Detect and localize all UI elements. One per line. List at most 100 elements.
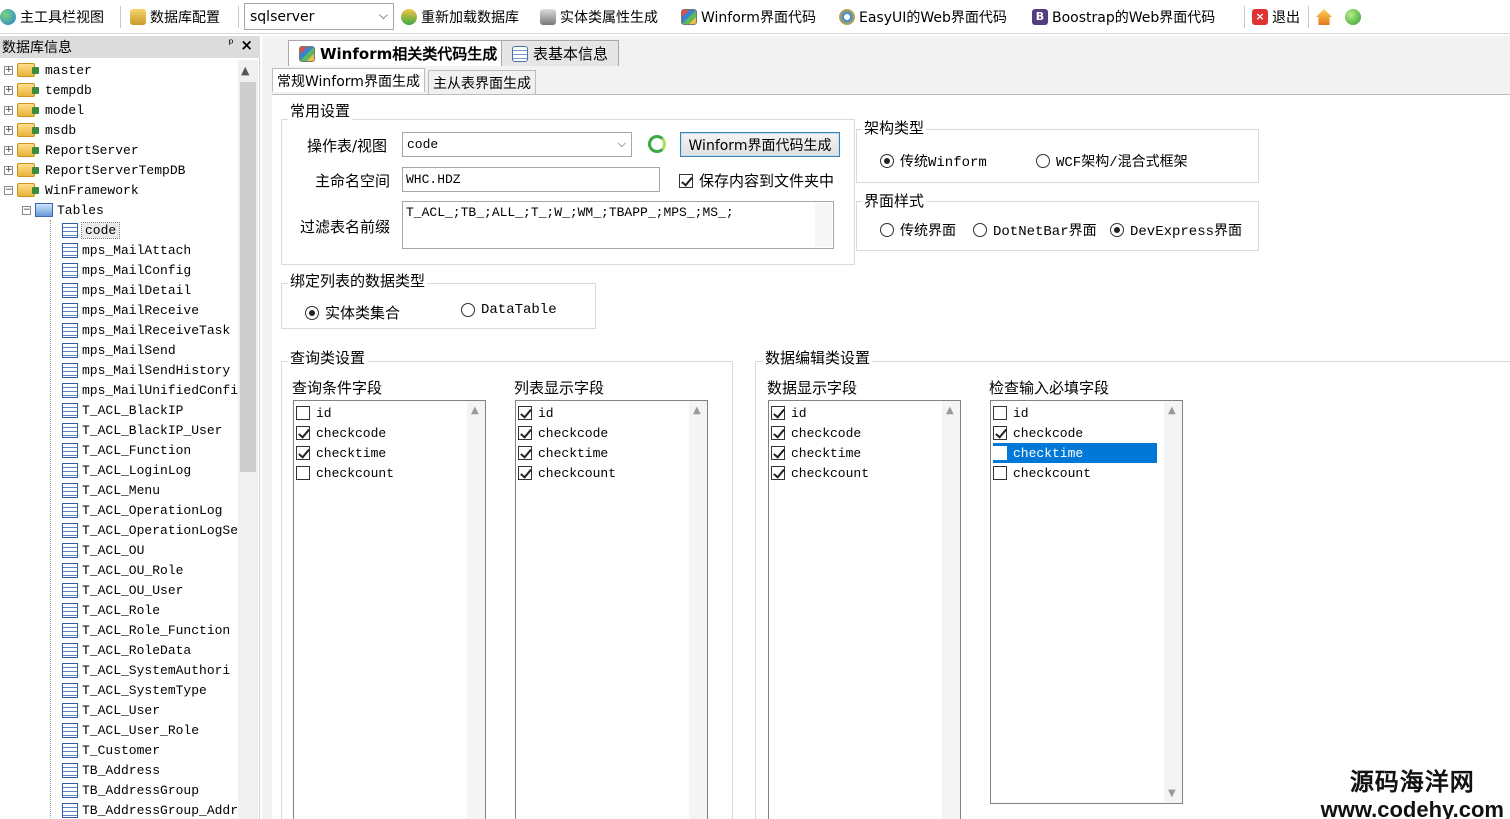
tree-table-node[interactable]: mps_MailReceiveTask (62, 320, 230, 340)
table-view-select[interactable]: code ⌵ (402, 132, 632, 157)
tree-table-node[interactable]: T_ACL_OperationLogSe (62, 520, 238, 540)
tree-table-node[interactable]: T_ACL_OU_Role (62, 560, 183, 580)
tree-table-node[interactable]: mps_MailDetail (62, 280, 191, 300)
field-list-item[interactable]: checkcode (518, 423, 668, 443)
checkbox[interactable] (771, 446, 785, 460)
list-scrollbar[interactable]: ▲ (942, 401, 960, 819)
toolbar-main-view-button[interactable]: 主工具栏视图 (0, 4, 104, 30)
toolbar-entity-generate-button[interactable]: 实体类属性生成 (540, 4, 658, 30)
toolbar-easyui-code-button[interactable]: EasyUI的Web界面代码 (839, 4, 1007, 30)
toolbar-home-button[interactable] (1316, 4, 1332, 30)
tab-table-info[interactable]: 表基本信息 (501, 40, 620, 66)
radio-binding-entity[interactable]: 实体类集合 (305, 302, 400, 323)
field-list-item[interactable]: checkcount (993, 463, 1143, 483)
toolbar-green-button[interactable] (1345, 4, 1361, 30)
toolbar-db-config-button[interactable]: 数据库配置 (130, 4, 220, 30)
field-list-item[interactable]: checkcount (296, 463, 446, 483)
checkbox[interactable] (518, 426, 532, 440)
checkbox[interactable] (771, 406, 785, 420)
checkbox[interactable] (993, 466, 1007, 480)
tree-table-node[interactable]: T_ACL_Function (62, 440, 191, 460)
radio-binding-datatable[interactable]: DataTable (461, 302, 557, 318)
edit-display-fields-list[interactable]: ▲ id checkcode checktime checkcount (768, 400, 961, 819)
expander-icon[interactable]: − (22, 205, 31, 215)
checkbox[interactable] (296, 466, 310, 480)
checkbox[interactable] (518, 446, 532, 460)
tree-table-node[interactable]: T_ACL_Role_Function (62, 620, 230, 640)
tree-table-node[interactable]: T_ACL_User (62, 700, 160, 720)
query-fields-list[interactable]: ▲ id checkcode checktime checkcount (293, 400, 486, 819)
checkbox[interactable] (771, 426, 785, 440)
namespace-input[interactable]: WHC.HDZ (402, 167, 660, 192)
scroll-up-icon[interactable]: ▲ (241, 64, 249, 77)
tree-database-node[interactable]: + ReportServer (4, 140, 139, 160)
toolbar-bootstrap-code-button[interactable]: B Boostrap的Web界面代码 (1032, 4, 1215, 30)
filter-prefix-textarea[interactable]: T_ACL_;TB_;ALL_;T_;W_;WM_;TBAPP_;MPS_;MS… (402, 201, 834, 249)
tree-table-node[interactable]: T_ACL_OU (62, 540, 144, 560)
tree-table-node[interactable]: T_ACL_OU_User (62, 580, 183, 600)
tree-table-node[interactable]: mps_MailSendHistory (62, 360, 230, 380)
scroll-down-icon[interactable]: ▼ (1168, 788, 1176, 799)
expander-icon[interactable]: + (4, 145, 13, 155)
close-icon[interactable]: × (240, 36, 253, 54)
list-scrollbar[interactable]: ▲ (689, 401, 707, 819)
database-tree[interactable]: + master + tempdb + model + msdb + ReportServer + R… (0, 60, 238, 819)
tab-winform-code[interactable]: Winform相关类代码生成 (288, 40, 509, 66)
save-to-folder-checkbox[interactable]: 保存内容到文件夹中 (679, 170, 834, 191)
textarea-scrollbar[interactable] (815, 203, 832, 247)
expander-icon[interactable]: + (4, 165, 13, 175)
expander-icon[interactable]: + (4, 65, 13, 75)
checkbox[interactable] (993, 406, 1007, 420)
tree-table-node[interactable]: TB_Address (62, 760, 160, 780)
field-list-item[interactable]: checktime (771, 443, 921, 463)
tree-table-node[interactable]: TB_AddressGroup_Addr (62, 800, 238, 819)
field-list-item[interactable]: id (296, 403, 446, 423)
checkbox[interactable] (296, 446, 310, 460)
radio-ui-devexpress[interactable]: DevExpress界面 (1110, 220, 1242, 240)
checkbox[interactable] (296, 406, 310, 420)
field-list-item[interactable]: id (518, 403, 668, 423)
scroll-up-icon[interactable]: ▲ (946, 405, 954, 416)
checkbox[interactable] (771, 466, 785, 480)
tree-database-node[interactable]: + model (4, 100, 84, 120)
checkbox[interactable] (296, 426, 310, 440)
tree-table-node[interactable]: T_ACL_LoginLog (62, 460, 191, 480)
tree-database-node[interactable]: + tempdb (4, 80, 92, 100)
field-list-item[interactable]: checkcount (518, 463, 668, 483)
tree-database-node[interactable]: + ReportServerTempDB (4, 160, 185, 180)
expander-icon[interactable]: + (4, 125, 13, 135)
tree-table-node[interactable]: T_ACL_RoleData (62, 640, 191, 660)
scroll-up-icon[interactable]: ▲ (471, 405, 479, 416)
tree-table-node[interactable]: T_ACL_Role (62, 600, 160, 620)
radio-architecture-wcf[interactable]: WCF架构/混合式框架 (1036, 151, 1188, 171)
tree-table-node[interactable]: T_ACL_Menu (62, 480, 160, 500)
tree-table-node[interactable]: mps_MailAttach (62, 240, 191, 260)
toolbar-reload-db-button[interactable]: 重新加载数据库 (401, 4, 519, 30)
expander-icon[interactable]: + (4, 85, 13, 95)
tree-database-node[interactable]: − WinFramework (4, 180, 139, 200)
refresh-icon[interactable] (648, 135, 666, 153)
checkbox[interactable] (518, 406, 532, 420)
radio-ui-dotnetbar[interactable]: DotNetBar界面 (973, 220, 1097, 240)
list-scrollbar[interactable]: ▲ ▼ (1164, 401, 1182, 803)
field-list-item[interactable]: checktime (296, 443, 446, 463)
tree-database-node[interactable]: + msdb (4, 120, 76, 140)
subtab-normal-winform[interactable]: 常规Winform界面生成 (272, 68, 425, 92)
list-scrollbar[interactable]: ▲ (467, 401, 485, 819)
scrollbar-thumb[interactable] (240, 82, 256, 472)
toolbar-exit-button[interactable]: × 退出 (1252, 4, 1300, 30)
database-type-select[interactable]: sqlserver ⌵ (244, 3, 394, 30)
scroll-up-icon[interactable]: ▲ (1168, 405, 1176, 416)
required-fields-list[interactable]: ▲ ▼ id checkcode checktime checkcount (990, 400, 1183, 804)
tree-table-node[interactable]: TB_AddressGroup (62, 780, 199, 800)
tree-table-node[interactable]: T_ACL_OperationLog (62, 500, 222, 520)
checkbox[interactable] (518, 466, 532, 480)
tree-scrollbar[interactable]: ▲ (238, 60, 258, 819)
field-list-item[interactable]: checkcode (993, 423, 1143, 443)
field-list-item[interactable]: checkcode (771, 423, 921, 443)
tree-table-node[interactable]: mps_MailReceive (62, 300, 199, 320)
field-list-item[interactable]: checkcount (771, 463, 921, 483)
checkbox[interactable] (993, 426, 1007, 440)
field-list-item[interactable]: checkcode (296, 423, 446, 443)
radio-ui-traditional[interactable]: 传统界面 (880, 220, 956, 240)
